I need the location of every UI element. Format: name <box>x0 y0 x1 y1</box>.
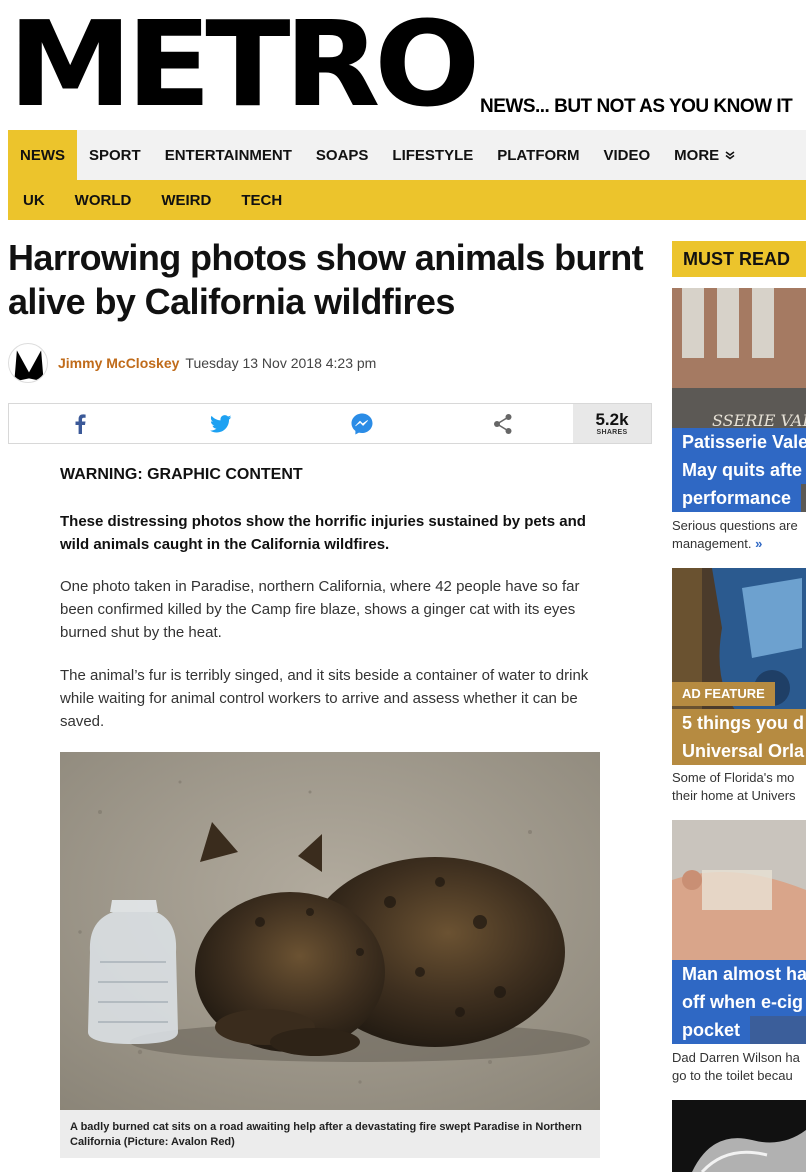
tagline: NEWS... BUT NOT AS YOU KNOW IT <box>480 96 793 117</box>
generic-share-button[interactable] <box>432 404 573 443</box>
card-description: Some of Florida's mo their home at Unive… <box>672 770 796 803</box>
nav-label: NEWS <box>20 146 65 164</box>
nav-label: PLATFORM <box>497 146 580 164</box>
twitter-share-button[interactable] <box>150 404 291 443</box>
share-count-number: 5.2k <box>595 410 629 429</box>
article-paragraph: The animal’s fur is terribly singed, and… <box>60 667 589 730</box>
nav-item-sport[interactable]: SPORT <box>77 130 153 180</box>
messenger-share-button[interactable] <box>291 404 432 443</box>
nav-label: ENTERTAINMENT <box>164 146 292 164</box>
article-headline: Harrowing photos show animals burnt aliv… <box>8 237 644 322</box>
share-bar: 5.2k SHARES <box>8 403 652 444</box>
chevron-down-icon <box>725 151 735 160</box>
nav-item-more[interactable]: MORE <box>662 130 747 180</box>
article-intro: These distressing photos show the horrif… <box>60 513 586 553</box>
primary-nav: NEWS SPORT ENTERTAINMENT SOAPS LIFESTYLE… <box>8 130 806 180</box>
nav-item-platform[interactable]: PLATFORM <box>485 130 591 180</box>
facebook-icon <box>75 413 86 434</box>
subnav-item-world[interactable]: WORLD <box>60 192 147 209</box>
messenger-icon <box>351 413 372 434</box>
secondary-nav: UK WORLD WEIRD TECH <box>8 180 806 220</box>
byline: Jimmy McCloskey Tuesday 13 Nov 2018 4:23… <box>8 342 376 384</box>
nav-item-lifestyle[interactable]: LIFESTYLE <box>380 130 485 180</box>
burned-cat-photo <box>60 752 600 1110</box>
share-count-label: SHARES <box>596 429 628 436</box>
card-title: Patisserie Vale <box>672 428 806 456</box>
card-title: 5 things you d <box>672 709 806 737</box>
sidebar-card[interactable]: Man almost ha off when e-cig pocket Dad … <box>672 820 806 1090</box>
card-title: performance <box>672 484 802 512</box>
card-title: off when e-cig <box>672 988 806 1016</box>
read-more-link[interactable]: » <box>755 536 762 551</box>
twitter-icon <box>209 414 231 432</box>
author-avatar[interactable] <box>8 343 48 383</box>
metro-logo[interactable]: METRO <box>8 2 480 126</box>
share-count: 5.2k SHARES <box>573 404 651 443</box>
sidebar-card[interactable] <box>672 1100 806 1172</box>
subnav-item-tech[interactable]: TECH <box>226 192 297 209</box>
photo-caption: A badly burned cat sits on a road awaiti… <box>60 1110 600 1158</box>
ad-feature-badge: AD FEATURE <box>672 682 775 706</box>
card-title: Man almost ha <box>672 960 806 988</box>
nav-item-soaps[interactable]: SOAPS <box>304 130 381 180</box>
share-icon <box>493 413 511 434</box>
masthead: METRO NEWS... BUT NOT AS YOU KNOW IT <box>0 0 806 130</box>
article-photo[interactable] <box>60 752 600 1110</box>
nav-label: MORE <box>674 146 720 164</box>
author-name[interactable]: Jimmy McCloskey <box>58 355 179 371</box>
publish-date: Tuesday 13 Nov 2018 4:23 pm <box>185 355 377 371</box>
nav-item-entertainment[interactable]: ENTERTAINMENT <box>153 130 304 180</box>
subnav-item-weird[interactable]: WEIRD <box>146 192 226 209</box>
nav-label: SPORT <box>89 146 141 164</box>
sidebar-card[interactable]: AD FEATURE 5 things you d Universal Orla… <box>672 568 806 808</box>
must-read-heading: MUST READ <box>672 241 806 277</box>
subnav-item-uk[interactable]: UK <box>8 192 60 209</box>
nav-item-video[interactable]: VIDEO <box>591 130 662 180</box>
card-title: pocket <box>672 1016 751 1044</box>
card-thumbnail <box>672 1100 806 1172</box>
article-paragraph: One photo taken in Paradise, northern Ca… <box>60 578 580 641</box>
nav-label: LIFESTYLE <box>392 146 474 164</box>
sidebar-card[interactable]: SSERIE VAL Patisserie Vale May quits aft… <box>672 288 806 556</box>
nav-label: VIDEO <box>603 146 651 164</box>
graphic-warning: WARNING: GRAPHIC CONTENT <box>60 466 303 483</box>
nav-item-news[interactable]: NEWS <box>8 130 77 180</box>
card-description: Serious questions are management. » <box>672 518 798 551</box>
card-title: May quits afte <box>672 456 806 484</box>
card-description: Dad Darren Wilson ha go to the toilet be… <box>672 1050 800 1083</box>
card-title: Universal Orla <box>672 737 806 765</box>
nav-label: SOAPS <box>315 146 369 164</box>
facebook-share-button[interactable] <box>9 404 150 443</box>
